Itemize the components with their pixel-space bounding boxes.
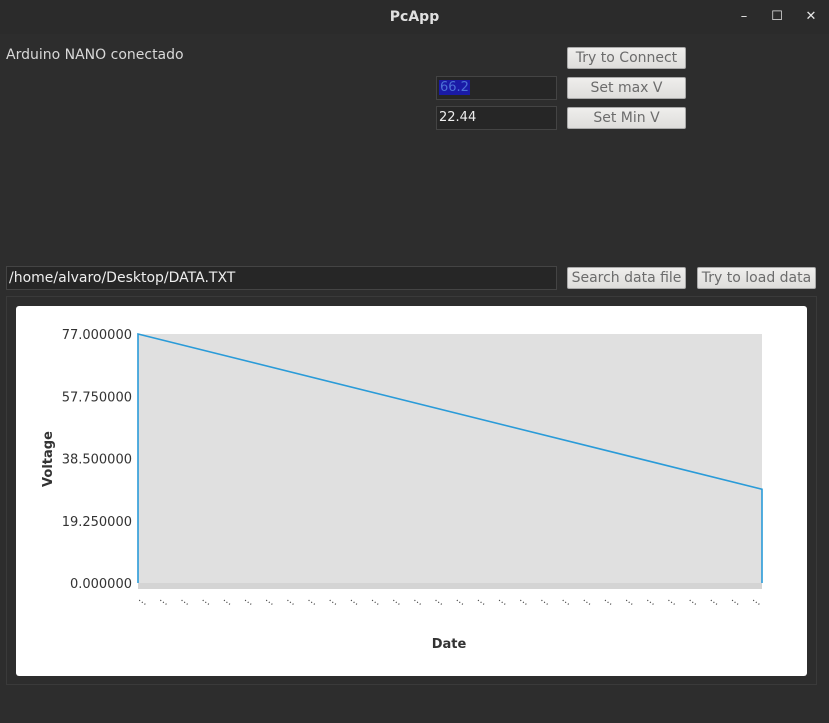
min-voltage-input[interactable]: 22.44 xyxy=(436,106,557,130)
search-file-button[interactable]: Search data file xyxy=(567,267,686,289)
x-tick-label: ... xyxy=(602,593,616,607)
x-tick-label: ... xyxy=(750,593,764,607)
y-tick-label: 38.500000 xyxy=(62,453,132,468)
x-tick-label: ... xyxy=(263,593,277,607)
x-tick-label: ... xyxy=(539,593,553,607)
maximize-icon[interactable]: ☐ xyxy=(766,6,788,28)
x-tick-label: ... xyxy=(242,593,256,607)
x-tick-label: ... xyxy=(200,593,214,607)
x-tick-label: ... xyxy=(327,593,341,607)
x-tick-label: ... xyxy=(369,593,383,607)
x-tick-label: ... xyxy=(517,593,531,607)
title-bar: PcApp – ☐ ✕ xyxy=(0,0,829,34)
plot-area xyxy=(138,334,762,589)
x-tick-label: ... xyxy=(433,593,447,607)
x-tick-label: ... xyxy=(221,593,235,607)
minimize-icon[interactable]: – xyxy=(733,6,755,28)
chart-panel: 77.000000 57.750000 38.500000 19.250000 0.00… xyxy=(16,306,807,676)
x-tick-label: ... xyxy=(496,593,510,607)
x-tick-label: ... xyxy=(644,593,658,607)
voltage-chart: 77.000000 57.750000 38.500000 19.250000 0.00… xyxy=(41,328,764,652)
y-tick-label: 19.250000 xyxy=(62,515,132,530)
set-min-button[interactable]: Set Min V xyxy=(567,107,686,129)
close-icon[interactable]: ✕ xyxy=(800,6,822,28)
x-tick-label: ... xyxy=(729,593,743,607)
file-path-input[interactable]: /home/alvaro/Desktop/DATA.TXT xyxy=(6,266,557,290)
y-axis-label: Voltage xyxy=(41,431,56,487)
x-tick-label: ... xyxy=(708,593,722,607)
x-tick-label: ... xyxy=(412,593,426,607)
plot-baseline xyxy=(138,583,762,589)
x-axis-label: Date xyxy=(432,637,467,652)
window-title: PcApp xyxy=(389,9,440,25)
x-tick-label: ... xyxy=(687,593,701,607)
x-tick-label: ... xyxy=(284,593,298,607)
x-tick-label: ... xyxy=(306,593,320,607)
y-tick-label: 57.750000 xyxy=(62,390,132,405)
x-tick-label: ... xyxy=(666,593,680,607)
x-tick-label: ... xyxy=(348,593,362,607)
x-tick-label: ... xyxy=(581,593,595,607)
load-data-button[interactable]: Try to load data xyxy=(697,267,816,289)
set-max-button[interactable]: Set max V xyxy=(567,77,686,99)
x-tick-label: ... xyxy=(136,593,150,607)
max-voltage-input[interactable]: 66.2 xyxy=(436,76,557,100)
max-voltage-value: 66.2 xyxy=(439,80,470,95)
x-tick-label: ... xyxy=(157,593,171,607)
x-tick-label: ... xyxy=(179,593,193,607)
y-tick-label: 77.000000 xyxy=(62,328,132,343)
x-tick-label: ... xyxy=(454,593,468,607)
x-tick-label: ... xyxy=(475,593,489,607)
connection-status: Arduino NANO conectado xyxy=(6,47,184,63)
x-tick-label: ... xyxy=(390,593,404,607)
x-tick-label: ... xyxy=(560,593,574,607)
connect-button[interactable]: Try to Connect xyxy=(567,47,686,69)
x-tick-label: ... xyxy=(623,593,637,607)
y-tick-label: 0.000000 xyxy=(70,577,132,592)
